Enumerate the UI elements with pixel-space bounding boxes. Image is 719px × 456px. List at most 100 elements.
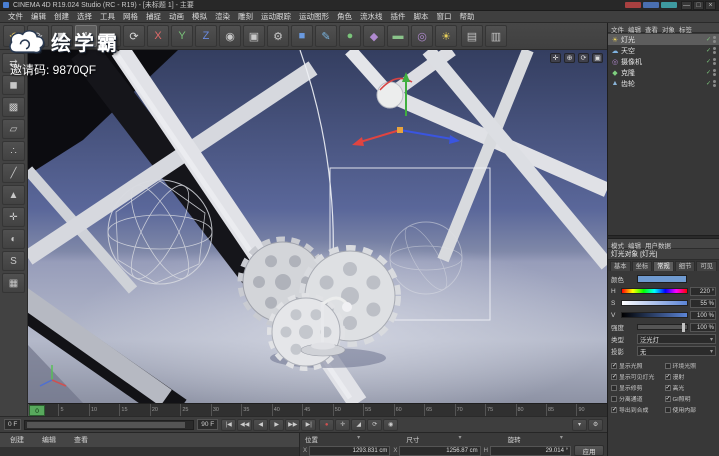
light-option-checkbox[interactable]: 分离通道 [611, 394, 663, 403]
layout-quad-icon[interactable]: ▥ [485, 25, 507, 47]
rotate-view-icon[interactable]: ⟳ [578, 53, 589, 63]
materials-menu[interactable]: 查看 [70, 435, 92, 445]
light-option-checkbox[interactable]: 导出到合成 [611, 405, 663, 414]
attribute-tab[interactable]: 坐标 [631, 261, 653, 271]
attribute-tab[interactable]: 可见 [696, 261, 717, 271]
move-tool-icon[interactable]: ✛ [75, 25, 97, 47]
start-frame-field[interactable]: 0 F [4, 419, 22, 430]
menu-item[interactable]: 渲染 [211, 11, 234, 22]
menu-item[interactable]: 捕捉 [142, 11, 165, 22]
coord-field[interactable]: X 1293.831 cm [303, 445, 391, 456]
record-rotation-button[interactable]: ⟳ [367, 418, 383, 431]
attributes-menu[interactable]: 用户数据 [645, 240, 671, 250]
coord-field[interactable]: X 1256.87 cm [393, 445, 481, 456]
intensity-slider[interactable] [637, 323, 688, 332]
menu-item[interactable]: 窗口 [433, 11, 456, 22]
object-manager-menu[interactable]: 编辑 [628, 24, 641, 34]
polygons-mode-icon[interactable]: ▲ [2, 185, 25, 205]
texture-mode-icon[interactable]: ▩ [2, 97, 25, 117]
next-frame-button[interactable]: ▶▶ [285, 418, 301, 431]
convert-icon[interactable]: ⇄ [2, 53, 25, 73]
light-option-checkbox[interactable]: 使用内部 [664, 405, 717, 414]
prev-frame-button[interactable]: ◀ [253, 418, 269, 431]
摄像机[interactable]: ◎ 摄像机 [608, 56, 719, 67]
edges-mode-icon[interactable]: ╱ [2, 163, 25, 183]
menu-item[interactable]: 编辑 [27, 11, 50, 22]
zoom-view-icon[interactable]: ⊕ [564, 53, 575, 63]
end-frame-field[interactable]: 90 F [197, 419, 219, 430]
object-manager-menu[interactable]: 查看 [645, 24, 658, 34]
pan-view-icon[interactable]: ✛ [550, 53, 561, 63]
attributes-menu[interactable]: 编辑 [628, 240, 641, 250]
light-option-checkbox[interactable]: GI照明 [664, 394, 717, 403]
object-manager-menu[interactable]: 标签 [679, 24, 692, 34]
render-settings-icon[interactable]: ⚙ [267, 25, 289, 47]
toggle-panel-icon[interactable]: ▣ [592, 53, 603, 63]
spline-pen-icon[interactable]: ✎ [315, 25, 337, 47]
克隆[interactable]: ◆ 克隆 [608, 67, 719, 78]
timeline-scrollbar[interactable] [24, 419, 195, 430]
light-type-select[interactable]: 泛光灯 [637, 334, 716, 344]
object-manager-menu[interactable]: 对象 [662, 24, 675, 34]
intensity-value[interactable]: 100 % [690, 322, 716, 332]
viewport-solo-icon[interactable]: ◐ [2, 229, 25, 249]
menu-item[interactable]: 模拟 [188, 11, 211, 22]
menu-item[interactable]: 运动跟踪 [257, 11, 295, 22]
goto-start-button[interactable]: |◀ [221, 418, 237, 431]
menu-item[interactable]: 工具 [96, 11, 119, 22]
play-button[interactable]: ▶ [269, 418, 285, 431]
autokey-button[interactable]: ◉ [383, 418, 399, 431]
layout-single-icon[interactable]: ▤ [461, 25, 483, 47]
goto-end-button[interactable]: ▶| [301, 418, 317, 431]
menu-item[interactable]: 雕刻 [234, 11, 257, 22]
visibility-dots[interactable] [713, 36, 716, 43]
materials-menu[interactable]: 创建 [6, 435, 28, 445]
menu-item[interactable]: 网格 [119, 11, 142, 22]
apply-button[interactable]: 应用 [574, 445, 604, 456]
axis-z-icon[interactable]: Z [195, 25, 217, 47]
record-scale-button[interactable]: ◢ [351, 418, 367, 431]
visibility-dots[interactable] [713, 80, 716, 87]
menu-item[interactable]: 角色 [333, 11, 356, 22]
coord-group-label[interactable]: 位置 ▾ [303, 434, 401, 444]
viewport[interactable]: ✛ ⊕ ⟳ ▣ [28, 50, 607, 403]
coord-group-label[interactable]: 旋转 ▾ [506, 434, 604, 444]
primitive-cube-icon[interactable]: ■ [291, 25, 313, 47]
color-swatch[interactable] [637, 275, 687, 283]
rotate-tool-icon[interactable]: ⟳ [123, 25, 145, 47]
timeline-ruler[interactable]: 051015202530354045505560657075808590 0 [28, 403, 607, 416]
light-option-checkbox[interactable]: 漫射 [664, 372, 717, 381]
shadow-type-select[interactable]: 无 [637, 346, 716, 356]
prev-key-button[interactable]: ◀◀ [237, 418, 253, 431]
redo-icon[interactable]: ↷ [27, 25, 49, 47]
axis-y-icon[interactable]: Y [171, 25, 193, 47]
axis-modify-icon[interactable]: ✛ [2, 207, 25, 227]
playhead[interactable]: 0 [29, 405, 45, 416]
visibility-dots[interactable] [713, 47, 716, 54]
hue-value[interactable]: 220 ° [690, 286, 716, 296]
object-manager-menu[interactable]: 文件 [611, 24, 624, 34]
subdivision-surface-icon[interactable]: ● [339, 25, 361, 47]
enabled-check-icon[interactable] [706, 80, 711, 87]
visibility-dots[interactable] [713, 69, 716, 76]
model-mode-icon[interactable]: ◼ [2, 75, 25, 95]
coord-system-icon[interactable]: ◉ [219, 25, 241, 47]
menu-item[interactable]: 帮助 [456, 11, 479, 22]
materials-list[interactable] [0, 447, 299, 456]
light-option-checkbox[interactable]: 显示修剪 [611, 383, 663, 392]
floor-object-icon[interactable]: ▬ [387, 25, 409, 47]
saturation-slider[interactable] [621, 300, 688, 306]
天空[interactable]: ☁ 天空 [608, 45, 719, 56]
visibility-dots[interactable] [713, 58, 716, 65]
record-keyframe-button[interactable]: ● [319, 418, 335, 431]
materials-menu[interactable]: 编辑 [38, 435, 60, 445]
select-tool-icon[interactable]: ◤ [51, 25, 73, 47]
attribute-tab[interactable]: 细节 [674, 261, 696, 271]
light-object-icon[interactable]: ☀ [435, 25, 457, 47]
playback-options-icon[interactable]: ▾ [572, 418, 588, 431]
light-option-checkbox[interactable]: 显示可见灯光 [611, 372, 663, 381]
undo-icon[interactable]: ↶ [3, 25, 25, 47]
灯光[interactable]: ☀ 灯光 [608, 34, 719, 45]
coord-field[interactable]: H 29.014 ° [484, 445, 571, 456]
menu-item[interactable]: 脚本 [410, 11, 433, 22]
